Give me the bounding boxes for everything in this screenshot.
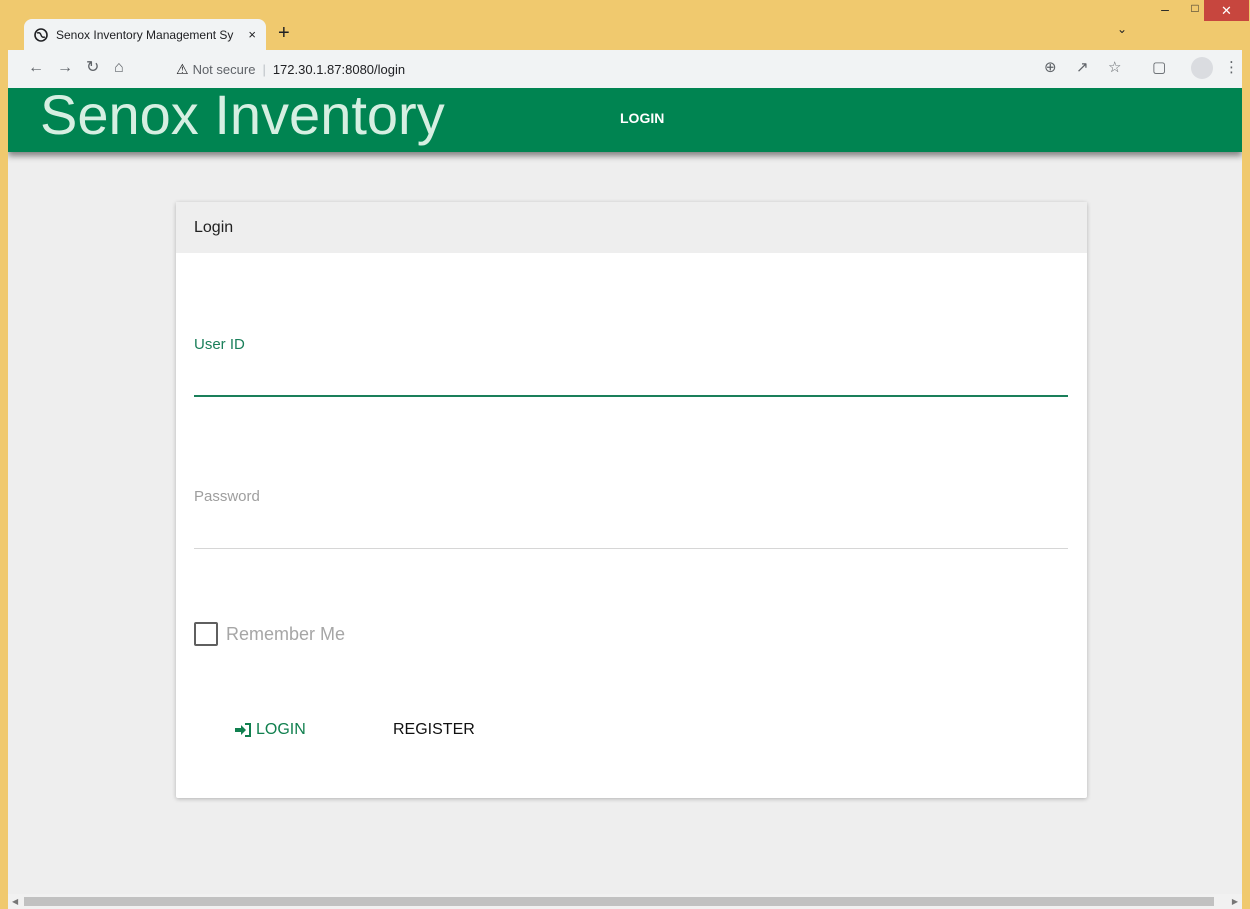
browser-toolbar: ← → ↻ ⌂ ⚠ Not secure | 172.30.1.87:8080/… [0,50,1250,88]
bookmark-star-icon[interactable]: ☆ [1108,59,1121,77]
scroll-left-icon[interactable]: ◀ [12,897,18,906]
warning-icon: ⚠ [176,60,189,77]
user-id-field: User ID [194,336,1068,397]
brand-title[interactable]: Senox Inventory [40,88,445,150]
home-icon[interactable]: ⌂ [114,59,124,77]
separator: | [262,61,266,77]
tab-title: Senox Inventory Management Sy [56,27,234,42]
tab-close-icon[interactable]: × [248,27,256,42]
minimize-icon[interactable]: – [1150,1,1180,21]
card-header: Login [176,202,1087,253]
tab-search-icon[interactable]: ⌄ [1117,22,1127,36]
not-secure-label: Not secure [192,61,256,77]
login-button-label: LOGIN [256,721,306,738]
address-bar[interactable]: ⚠ Not secure | 172.30.1.87:8080/login [158,55,1158,83]
page-viewport: Senox Inventory LOGIN Login User ID Pass… [8,88,1242,909]
remember-me: Remember Me [194,622,345,646]
user-id-label: User ID [194,336,245,353]
remember-me-label[interactable]: Remember Me [226,624,345,645]
password-label: Password [194,488,260,505]
browser-tab[interactable]: Senox Inventory Management Sy × [24,19,266,50]
card-title: Login [194,218,234,236]
password-input[interactable] [194,519,1068,549]
profile-icon[interactable] [1191,57,1213,79]
side-panel-icon[interactable]: ▢ [1152,59,1166,77]
user-id-input[interactable] [194,367,1068,397]
horizontal-scrollbar[interactable]: ◀ ▶ [8,894,1242,909]
forward-icon[interactable]: → [57,59,73,77]
browser-tab-strip: Senox Inventory Management Sy × + ⌄ – □ … [0,0,1250,50]
login-button[interactable]: LOGIN [234,721,306,739]
sign-in-icon [235,723,251,737]
menu-icon[interactable]: ⋮ [1224,59,1239,77]
nav-login-link[interactable]: LOGIN [620,110,664,126]
app-header: Senox Inventory LOGIN [8,88,1242,152]
reload-icon[interactable]: ↻ [86,59,99,77]
new-tab-button[interactable]: + [278,22,290,44]
share-icon[interactable]: ↗ [1076,59,1089,77]
globe-icon [34,27,48,42]
close-icon[interactable]: ✕ [1204,0,1249,21]
register-button[interactable]: REGISTER [393,721,475,739]
remember-me-checkbox[interactable] [194,622,218,646]
back-icon[interactable]: ← [28,59,44,77]
url-text: 172.30.1.87:8080/login [272,61,406,77]
scrollbar-thumb[interactable] [24,897,1214,906]
login-card: Login User ID Password Remember Me LOGIN… [176,202,1087,798]
scroll-right-icon[interactable]: ▶ [1232,897,1238,906]
zoom-icon[interactable]: ⊕ [1044,59,1057,77]
password-field: Password [194,488,1068,549]
